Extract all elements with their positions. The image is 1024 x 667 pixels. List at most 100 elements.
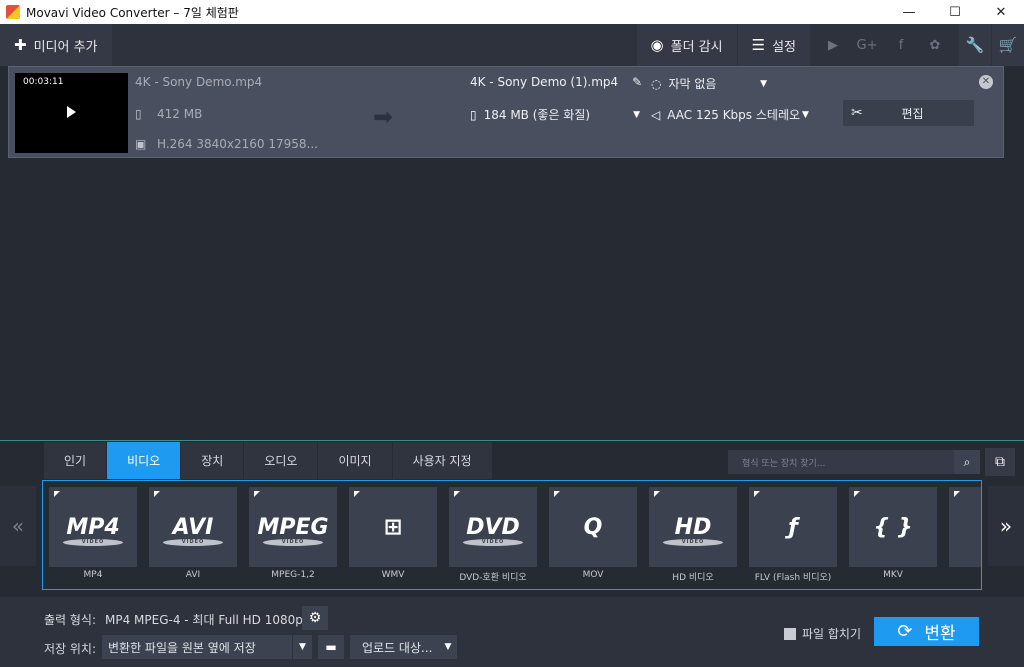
format-caption: MKV <box>883 570 903 580</box>
settings-button[interactable]: ☰ 설정 <box>737 24 810 66</box>
format-logo[interactable]: HD VIDEO <box>649 487 737 567</box>
format-item-2[interactable]: MPEG VIDEO MPEG-1,2 <box>249 487 337 581</box>
format-logo[interactable]: Q <box>549 487 637 567</box>
audio-select[interactable]: ◁ AAC 125 Kbps 스테레오 ▼ <box>651 106 809 123</box>
output-format-label: 출력 형식: <box>44 613 97 627</box>
edit-label: 편집 <box>901 106 924 121</box>
format-logo[interactable]: MPEG VIDEO <box>249 487 337 567</box>
upload-button[interactable]: 업로드 대상... ▼ <box>350 635 457 659</box>
format-caption: 3G <box>949 570 981 580</box>
remove-file-icon[interactable]: ✕ <box>979 75 993 89</box>
cart-icon[interactable]: 🛒 <box>992 24 1024 66</box>
format-item-0[interactable]: MP4 VIDEO MP4 <box>49 487 137 581</box>
format-caption: MP4 <box>83 570 103 580</box>
chevron-down-icon: ▼ <box>760 78 767 89</box>
window-title: Movavi Video Converter – 7일 체험판 <box>26 5 239 20</box>
subtitle-select[interactable]: ◌ 자막 없음 ▼ <box>651 75 767 92</box>
format-logo-text: { } <box>873 514 913 540</box>
format-logo[interactable]: { } <box>849 487 937 567</box>
subtitle-text: 자막 없음 <box>668 77 717 91</box>
format-item-7[interactable]: ƒ FLV (Flash 비디오) <box>749 487 837 583</box>
speech-bubble-icon: ◌ <box>651 76 662 91</box>
source-filename: 4K - Sony Demo.mp4 <box>135 75 262 89</box>
video-thumbnail[interactable]: 00:03:11 <box>15 73 128 153</box>
play-icon[interactable] <box>67 106 76 118</box>
gear-icon[interactable]: ⚙ <box>302 606 328 630</box>
merge-files-checkbox[interactable]: 파일 합치기 <box>784 625 861 642</box>
tab-2[interactable]: 장치 <box>181 442 245 479</box>
format-list: MP4 VIDEO MP4 AVI VIDEO AVI MPEG VIDEO MPEG-1,2 ⊞… <box>42 480 982 590</box>
format-item-5[interactable]: Q MOV <box>549 487 637 581</box>
format-search-input[interactable]: 형식 또는 장치 찾기... <box>728 450 954 474</box>
format-logo-sub: VIDEO <box>163 539 223 546</box>
format-logo[interactable]: 3 <box>949 487 981 567</box>
format-item-9[interactable]: 33G <box>949 487 981 581</box>
audio-text: AAC 125 Kbps 스테레오 <box>667 108 801 122</box>
vk-icon[interactable]: ✿ <box>918 38 952 53</box>
format-logo[interactable]: MP4 VIDEO <box>49 487 137 567</box>
refresh-icon: ⟳ <box>897 621 913 642</box>
format-item-8[interactable]: { } MKV <box>849 487 937 581</box>
save-location-select[interactable]: 변환한 파일을 원본 옆에 저장 <box>102 635 292 659</box>
file-row[interactable]: 00:03:11 4K - Sony Demo.mp4 ▯ 412 MB ▣ H.2… <box>8 66 1004 158</box>
tab-3[interactable]: 오디오 <box>244 442 319 479</box>
format-logo-sub: VIDEO <box>663 539 723 546</box>
convert-button[interactable]: ⟳ 변환 <box>874 617 979 646</box>
tab-5[interactable]: 사용자 지정 <box>392 442 493 479</box>
source-codec-text: H.264 3840x2160 17958... <box>157 137 318 151</box>
output-size-select[interactable]: ▯ 184 MB (좋은 화질) ▼ <box>470 106 640 123</box>
youtube-icon[interactable]: ▶ <box>816 38 850 53</box>
format-item-6[interactable]: HD VIDEO HD 비디오 <box>649 487 737 583</box>
save-location-label: 저장 위치: <box>44 642 97 656</box>
google-plus-icon[interactable]: G+ <box>850 38 884 53</box>
corner-icon <box>454 491 460 497</box>
format-logo-text: MPEG <box>257 514 329 540</box>
scroll-right-button[interactable]: » <box>988 486 1024 566</box>
minimize-button[interactable]: — <box>886 0 932 24</box>
format-logo[interactable]: ⊞ <box>349 487 437 567</box>
convert-label: 변환 <box>924 624 956 644</box>
eye-folder-icon: ◉ <box>650 36 664 54</box>
source-codec: ▣ H.264 3840x2160 17958... <box>135 137 318 151</box>
folder-icon[interactable]: ▬ <box>318 635 344 659</box>
format-logo-sub: VIDEO <box>463 539 523 546</box>
tab-4[interactable]: 이미지 <box>318 442 393 479</box>
scroll-left-button[interactable]: « <box>0 486 36 566</box>
wrench-icon[interactable]: 🔧 <box>959 24 991 66</box>
format-logo[interactable]: DVD VIDEO <box>449 487 537 567</box>
format-logo[interactable]: ƒ <box>749 487 837 567</box>
detect-device-icon[interactable]: ⧉ <box>985 448 1015 476</box>
share-icons: ▶ G+ f ✿ <box>810 24 958 66</box>
format-item-1[interactable]: AVI VIDEO AVI <box>149 487 237 581</box>
maximize-button[interactable]: ☐ <box>932 0 978 24</box>
source-size-text: 412 MB <box>157 107 203 121</box>
pencil-icon[interactable]: ✎ <box>632 75 642 89</box>
format-logo[interactable]: AVI VIDEO <box>149 487 237 567</box>
format-item-4[interactable]: DVD VIDEO DVD-호환 비디오 <box>449 487 537 583</box>
output-format-value: MP4 MPEG-4 - 최대 Full HD 1080p <box>105 613 303 627</box>
corner-icon <box>154 491 160 497</box>
format-caption: DVD-호환 비디오 <box>459 573 527 583</box>
add-media-button[interactable]: ✚ 미디어 추가 <box>0 24 112 66</box>
checkbox-icon[interactable] <box>784 627 796 640</box>
corner-icon <box>354 491 360 497</box>
folder-watch-button[interactable]: ◉ 폴더 감시 <box>636 24 737 66</box>
format-item-3[interactable]: ⊞ WMV <box>349 487 437 581</box>
source-size: ▯ 412 MB <box>135 107 202 121</box>
facebook-icon[interactable]: f <box>884 38 918 53</box>
tab-0[interactable]: 인기 <box>44 442 108 479</box>
search-icon[interactable]: ⌕ <box>954 450 980 474</box>
format-logo-sub: VIDEO <box>263 539 323 546</box>
arrow-right-icon: ➡ <box>373 103 394 131</box>
app-logo-icon <box>6 5 20 19</box>
chevron-down-icon[interactable]: ▼ <box>292 635 312 659</box>
format-caption: MOV <box>582 570 604 580</box>
format-caption: WMV <box>381 570 405 580</box>
format-caption: HD 비디오 <box>672 573 714 583</box>
close-window-button[interactable]: ✕ <box>978 0 1024 24</box>
edit-button[interactable]: ✂ 편집 <box>843 100 974 126</box>
app-window: Movavi Video Converter – 7일 체험판 — ☐ ✕ ✚ 미… <box>0 0 1024 667</box>
tab-1[interactable]: 비디오 <box>107 442 182 479</box>
duration: 00:03:11 <box>23 77 64 87</box>
scissors-icon: ✂ <box>851 105 863 121</box>
